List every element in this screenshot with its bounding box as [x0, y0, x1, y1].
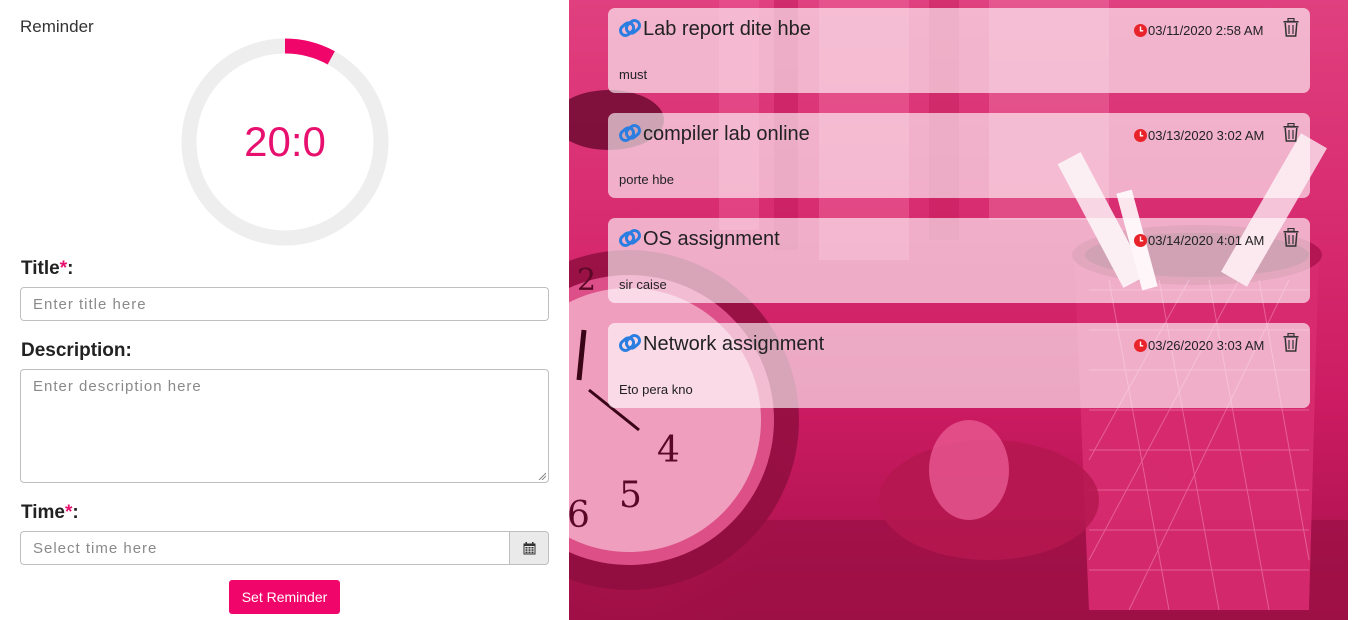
- trash-icon[interactable]: [1283, 333, 1299, 352]
- time-input[interactable]: [20, 531, 510, 565]
- clock-icon: [1134, 129, 1147, 142]
- resize-grip-icon[interactable]: [538, 472, 546, 480]
- timer-value: 20:0: [244, 118, 326, 165]
- app-title: Reminder: [20, 17, 94, 36]
- title-input[interactable]: [20, 287, 549, 321]
- svg-text:5: 5: [619, 475, 642, 516]
- reminder-description: porte hbe: [619, 172, 674, 187]
- reminder-card[interactable]: Network assignment 03/26/2020 3:03 AM Eto …: [608, 323, 1310, 408]
- calendar-button[interactable]: [509, 531, 549, 565]
- reminder-form-panel: Reminder 20:0 Title*: Description: Time*…: [0, 0, 569, 620]
- reminder-datetime: 03/13/2020 3:02 AM: [1148, 128, 1265, 143]
- clock-icon: [1134, 339, 1147, 352]
- trash-icon[interactable]: [1283, 228, 1299, 247]
- reminder-title: compiler lab online: [643, 123, 810, 145]
- required-marker: *: [59, 258, 68, 279]
- page-edge: [1348, 0, 1354, 620]
- clock-icon: [1134, 234, 1147, 247]
- reminder-card[interactable]: compiler lab online 03/13/2020 3:02 AM por…: [608, 113, 1310, 198]
- svg-text:2: 2: [577, 263, 596, 298]
- svg-text:6: 6: [569, 495, 590, 536]
- reminder-card[interactable]: Lab report dite hbe 03/11/2020 2:58 AM mus…: [608, 8, 1310, 93]
- reminder-description: sir caise: [619, 277, 667, 292]
- set-reminder-button[interactable]: Set Reminder: [229, 580, 340, 614]
- reminder-card[interactable]: OS assignment 03/14/2020 4:01 AM sir caise: [608, 218, 1310, 303]
- attachment-icon: [619, 124, 641, 142]
- description-label: Description:: [21, 340, 132, 361]
- svg-text:4: 4: [657, 430, 680, 471]
- reminder-datetime: 03/26/2020 3:03 AM: [1148, 338, 1265, 353]
- attachment-icon: [619, 334, 641, 352]
- clock-icon: [1134, 24, 1147, 37]
- reminder-description: must: [619, 67, 648, 82]
- title-label: Title*:: [21, 258, 74, 279]
- calendar-icon: [523, 541, 535, 554]
- trash-icon[interactable]: [1283, 123, 1299, 142]
- countdown-timer: 20:0: [181, 38, 389, 246]
- reminder-list-panel: 4 5 6 2 Lab report dite hbe 03/11/2020 2:…: [569, 0, 1354, 620]
- reminder-title: Network assignment: [643, 333, 825, 355]
- attachment-icon: [619, 19, 641, 37]
- time-label: Time*:: [21, 502, 79, 523]
- background-photo: 4 5 6 2: [569, 0, 1354, 620]
- reminder-datetime: 03/14/2020 4:01 AM: [1148, 233, 1265, 248]
- reminder-title: Lab report dite hbe: [643, 18, 811, 40]
- attachment-icon: [619, 229, 641, 247]
- reminder-datetime: 03/11/2020 2:58 AM: [1148, 23, 1264, 38]
- reminder-title: OS assignment: [643, 228, 780, 250]
- trash-icon[interactable]: [1283, 18, 1299, 37]
- description-input[interactable]: [20, 369, 549, 483]
- reminder-description: Eto pera kno: [619, 382, 693, 397]
